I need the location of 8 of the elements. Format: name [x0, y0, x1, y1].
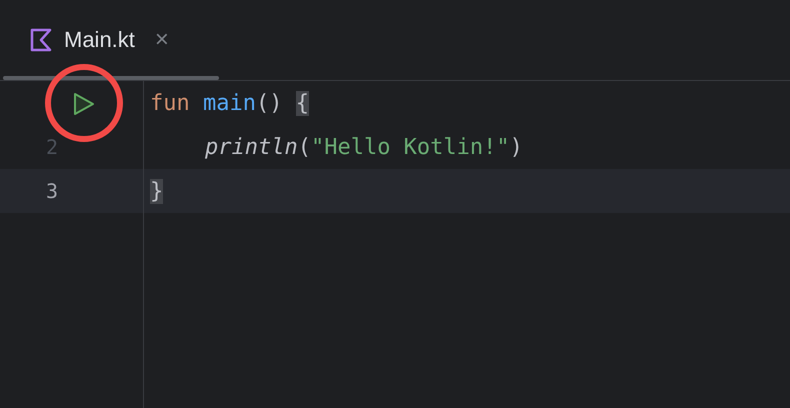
run-icon[interactable]: [72, 91, 96, 117]
file-tab[interactable]: Main.kt ×: [0, 22, 220, 80]
code-line: println("Hello Kotlin!"): [205, 134, 523, 160]
tab-title: Main.kt: [64, 27, 135, 53]
line-number: 3: [46, 179, 58, 203]
kotlin-file-icon: [30, 28, 52, 52]
code-line: fun main() {: [150, 90, 309, 116]
close-icon[interactable]: ×: [154, 26, 169, 54]
